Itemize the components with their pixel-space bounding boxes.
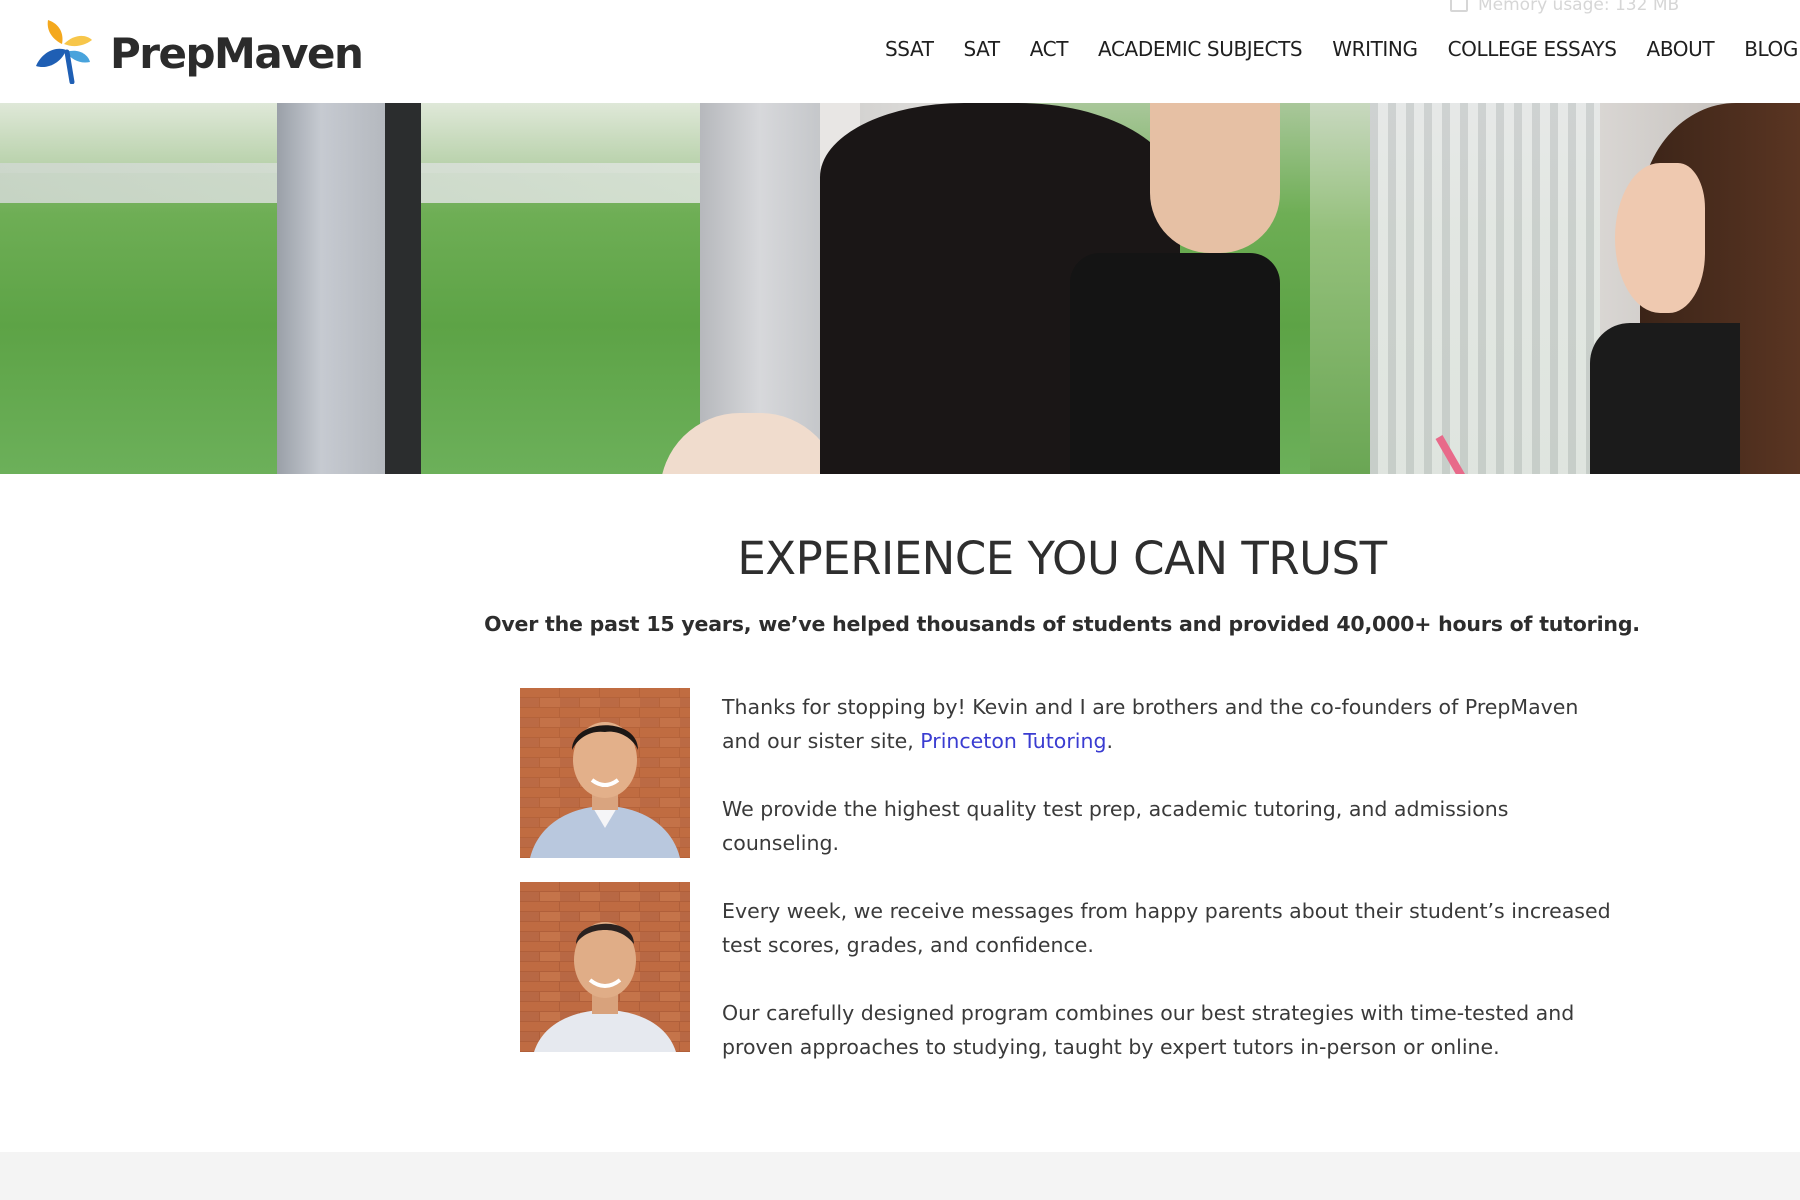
nav-blog[interactable]: BLOG xyxy=(1744,37,1798,61)
intro-text: Thanks for stopping by! Kevin and I are … xyxy=(722,690,1622,1098)
hero-image xyxy=(0,103,1800,474)
intro-paragraph-3: Every week, we receive messages from hap… xyxy=(722,899,1611,957)
nav-college-essays[interactable]: COLLEGE ESSAYS xyxy=(1448,37,1617,61)
nav-writing[interactable]: WRITING xyxy=(1332,37,1418,61)
main-nav: SSAT SAT ACT ACADEMIC SUBJECTS WRITING C… xyxy=(885,34,1800,64)
memory-usage-overlay: Memory usage: 132 MB xyxy=(1450,0,1679,15)
logo-icon xyxy=(34,18,100,88)
memory-usage-text: Memory usage: 132 MB xyxy=(1478,0,1680,15)
intro-paragraph-1: Thanks for stopping by! Kevin and I are … xyxy=(722,695,1579,753)
logo-link[interactable]: PrepMaven xyxy=(34,18,364,88)
brand-name: PrepMaven xyxy=(110,28,364,78)
footer-band xyxy=(0,1152,1800,1200)
page: PrepMaven Memory usage: 132 MB SSAT SAT … xyxy=(0,0,1800,1200)
cofounder-photo-2 xyxy=(520,882,690,1052)
memory-icon xyxy=(1450,0,1468,12)
nav-academic-subjects[interactable]: ACADEMIC SUBJECTS xyxy=(1098,37,1303,61)
intro-paragraph-2: We provide the highest quality test prep… xyxy=(722,797,1509,855)
cofounder-photo-1 xyxy=(520,688,690,858)
intro-paragraph-4: Our carefully designed program combines … xyxy=(722,1001,1575,1059)
nav-about[interactable]: ABOUT xyxy=(1647,37,1715,61)
section-subtitle: Over the past 15 years, we’ve helped tho… xyxy=(484,612,1640,636)
site-header: PrepMaven Memory usage: 132 MB SSAT SAT … xyxy=(0,0,1800,103)
nav-sat[interactable]: SAT xyxy=(964,37,1001,61)
nav-act[interactable]: ACT xyxy=(1030,37,1069,61)
princeton-tutoring-link[interactable]: Princeton Tutoring xyxy=(920,729,1106,753)
section-title: EXPERIENCE YOU CAN TRUST xyxy=(737,532,1387,585)
nav-ssat[interactable]: SSAT xyxy=(885,37,934,61)
